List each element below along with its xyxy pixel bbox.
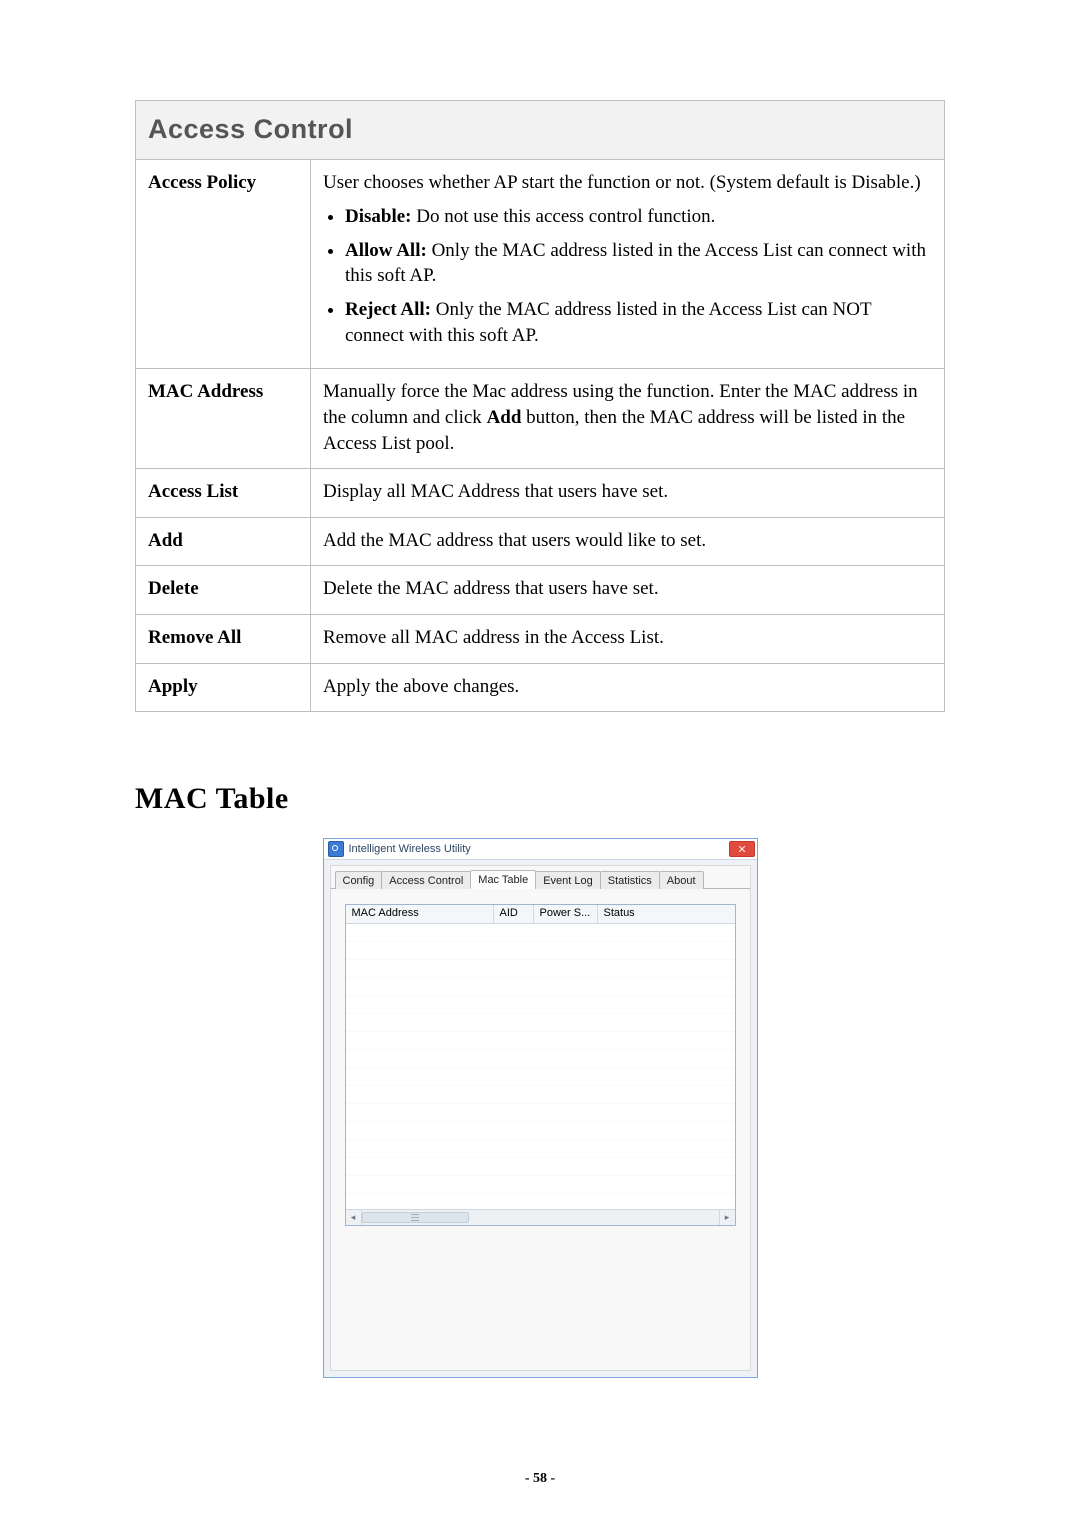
- access-control-table: Access Control Access Policy User choose…: [135, 100, 945, 712]
- tab-about[interactable]: About: [659, 871, 704, 889]
- window-title-area: Intelligent Wireless Utility: [328, 841, 471, 857]
- tab-strip: Config Access Control Mac Table Event Lo…: [331, 866, 750, 889]
- col-aid[interactable]: AID: [494, 905, 534, 923]
- col-mac-address[interactable]: MAC Address: [346, 905, 494, 923]
- list-header: MAC Address AID Power S... Status: [346, 905, 735, 924]
- tab-event-log[interactable]: Event Log: [535, 871, 601, 889]
- label-add: Add: [136, 517, 311, 566]
- label-remove-all: Remove All: [136, 615, 311, 664]
- row-delete: Delete Delete the MAC address that users…: [136, 566, 945, 615]
- row-apply: Apply Apply the above changes.: [136, 663, 945, 712]
- row-remove-all: Remove All Remove all MAC address in the…: [136, 615, 945, 664]
- scroll-right-icon[interactable]: ▸: [719, 1210, 735, 1225]
- desc-delete: Delete the MAC address that users have s…: [311, 566, 945, 615]
- desc-access-policy-intro: User chooses whether AP start the functi…: [323, 172, 921, 193]
- mac-table-heading: MAC Table: [135, 782, 945, 816]
- desc-mac-address: Manually force the Mac address using the…: [311, 369, 945, 469]
- scroll-track[interactable]: [362, 1210, 719, 1225]
- close-icon[interactable]: [729, 841, 755, 857]
- access-control-header-cell: Access Control: [136, 101, 945, 160]
- tab-mac-table[interactable]: Mac Table: [470, 870, 536, 889]
- scroll-left-icon[interactable]: ◂: [346, 1210, 362, 1225]
- row-access-policy: Access Policy User chooses whether AP st…: [136, 160, 945, 369]
- bullet-disable: Disable: Do not use this access control …: [345, 204, 932, 230]
- label-mac-address: MAC Address: [136, 369, 311, 469]
- col-power-s[interactable]: Power S...: [534, 905, 598, 923]
- bullet-allow-all: Allow All: Only the MAC address listed i…: [345, 238, 932, 289]
- desc-add: Add the MAC address that users would lik…: [311, 517, 945, 566]
- desc-apply: Apply the above changes.: [311, 663, 945, 712]
- access-control-title: Access Control: [148, 114, 353, 144]
- col-status[interactable]: Status: [598, 905, 735, 923]
- app-icon: [328, 841, 344, 857]
- tab-statistics[interactable]: Statistics: [600, 871, 660, 889]
- page-number: - 58 -: [0, 1471, 1080, 1487]
- mac-list-view[interactable]: MAC Address AID Power S... Status ◂: [345, 904, 736, 1226]
- desc-remove-all: Remove all MAC address in the Access Lis…: [311, 615, 945, 664]
- tab-config[interactable]: Config: [335, 871, 383, 889]
- scroll-grip-icon: [411, 1214, 419, 1221]
- desc-access-list: Display all MAC Address that users have …: [311, 469, 945, 518]
- window-body: Config Access Control Mac Table Event Lo…: [330, 865, 751, 1371]
- desc-access-policy: User chooses whether AP start the functi…: [311, 160, 945, 369]
- label-access-list: Access List: [136, 469, 311, 518]
- bullet-reject-all: Reject All: Only the MAC address listed …: [345, 297, 932, 348]
- access-policy-bullets: Disable: Do not use this access control …: [323, 204, 932, 348]
- scroll-thumb[interactable]: [362, 1212, 469, 1223]
- row-add: Add Add the MAC address that users would…: [136, 517, 945, 566]
- tab-access-control[interactable]: Access Control: [381, 871, 471, 889]
- row-access-list: Access List Display all MAC Address that…: [136, 469, 945, 518]
- document-page: Access Control Access Policy User choose…: [0, 0, 1080, 1527]
- window-title: Intelligent Wireless Utility: [349, 843, 471, 855]
- list-rows-empty: [346, 924, 735, 1211]
- label-access-policy: Access Policy: [136, 160, 311, 369]
- label-delete: Delete: [136, 566, 311, 615]
- wireless-utility-window: Intelligent Wireless Utility Config Acce…: [323, 838, 758, 1378]
- horizontal-scrollbar[interactable]: ◂ ▸: [346, 1209, 735, 1225]
- row-mac-address: MAC Address Manually force the Mac addre…: [136, 369, 945, 469]
- screenshot-wrapper: Intelligent Wireless Utility Config Acce…: [135, 838, 945, 1378]
- label-apply: Apply: [136, 663, 311, 712]
- window-titlebar: Intelligent Wireless Utility: [324, 839, 757, 860]
